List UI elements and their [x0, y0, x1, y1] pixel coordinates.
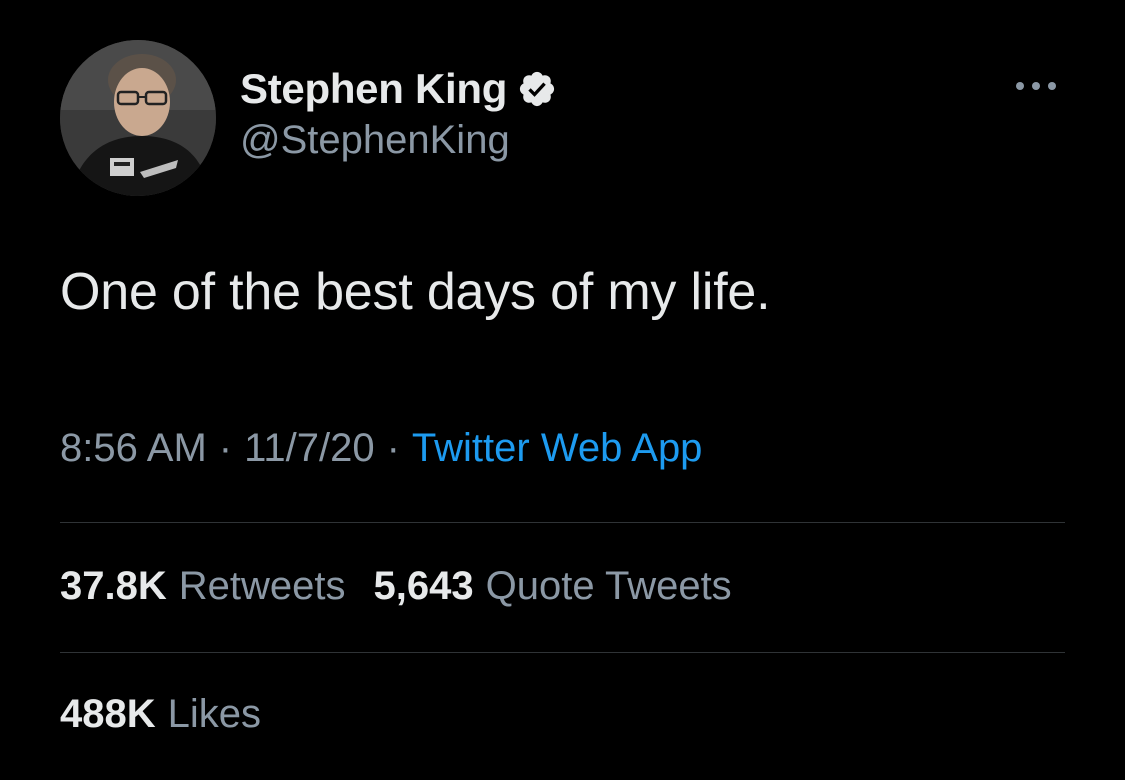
author-handle[interactable]: @StephenKing — [240, 118, 510, 163]
verified-badge-icon — [517, 69, 557, 109]
engagement-stats: 37.8K Retweets 5,643 Quote Tweets — [60, 564, 732, 609]
retweets-stat[interactable]: 37.8K Retweets — [60, 564, 346, 609]
divider — [60, 652, 1065, 653]
divider — [60, 522, 1065, 523]
author-name-row[interactable]: Stephen King — [240, 62, 557, 116]
meta-separator: · — [218, 426, 233, 470]
likes-label: Likes — [167, 692, 262, 736]
meta-separator: · — [386, 426, 400, 470]
quote-tweets-count: 5,643 — [373, 564, 474, 608]
tweet-time[interactable]: 8:56 AM — [60, 426, 207, 471]
tweet-source-link[interactable]: Twitter Web App — [412, 426, 703, 471]
likes-count: 488K — [60, 692, 156, 736]
retweets-count: 37.8K — [60, 564, 167, 608]
likes-row: 488K Likes — [60, 692, 261, 737]
tweet-date[interactable]: 11/7/20 — [244, 426, 375, 471]
avatar-photo-icon — [60, 40, 216, 196]
retweets-label: Retweets — [178, 564, 346, 608]
more-options-icon[interactable] — [1012, 74, 1060, 98]
tweet-meta: 8:56 AM · 11/7/20 · Twitter Web App — [60, 426, 702, 471]
author-display-name[interactable]: Stephen King — [240, 65, 507, 113]
tweet-detail: Stephen King @StephenKing One of the bes… — [0, 0, 1125, 780]
tweet-text: One of the best days of my life. — [60, 263, 771, 321]
avatar[interactable] — [60, 40, 216, 196]
quote-tweets-label: Quote Tweets — [485, 564, 732, 608]
quote-tweets-stat[interactable]: 5,643 Quote Tweets — [374, 564, 732, 609]
likes-stat[interactable]: 488K Likes — [60, 692, 261, 737]
